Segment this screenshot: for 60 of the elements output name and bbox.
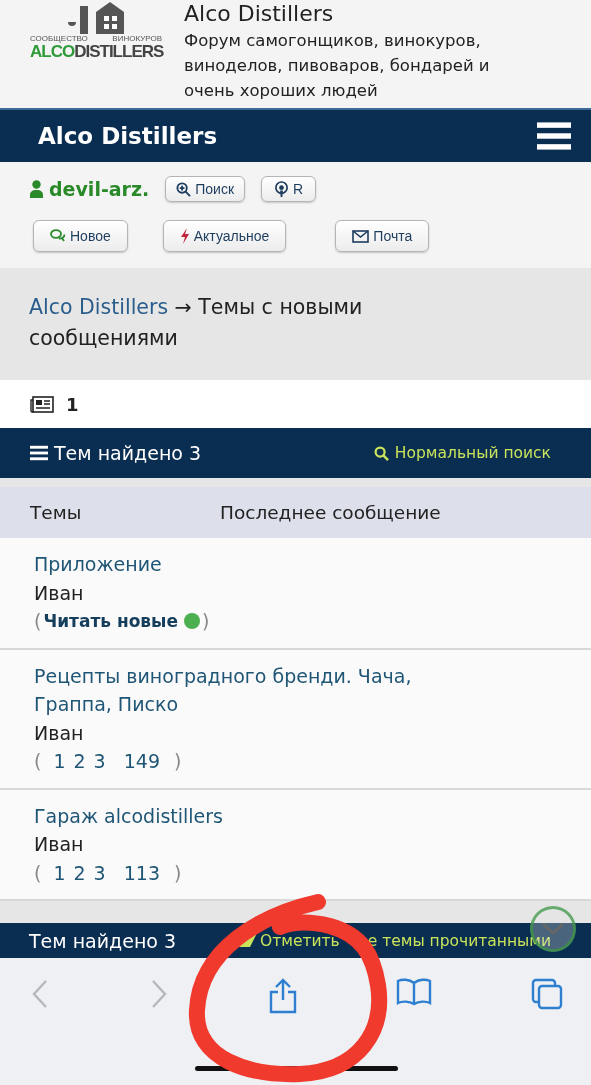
column-header: Последнее сообщение (220, 502, 442, 523)
author-name: Иван (34, 720, 85, 746)
nav-button[interactable]: Новое (33, 220, 128, 252)
page-link[interactable]: 149 (123, 747, 160, 776)
eraser-icon (238, 934, 256, 947)
chevron-down-icon (541, 922, 565, 936)
page-number: 1 (66, 393, 79, 415)
share-button[interactable] (267, 978, 298, 1014)
newspaper-icon (30, 395, 54, 413)
bracket: ( (34, 609, 42, 634)
bracket: ( (34, 860, 42, 886)
chevron-left-icon (30, 978, 50, 1010)
zoom-in-icon (176, 181, 192, 197)
bracket: ) (173, 749, 182, 774)
results-count: Тем найдено 3 (29, 929, 178, 952)
tabs-button[interactable] (531, 978, 563, 1010)
lightning-icon (179, 228, 190, 244)
breadcrumb: Alco Distillers → Темы с новыми сообщениями (28, 294, 364, 352)
page-link[interactable]: 2 (73, 747, 86, 776)
results-count: Тем найдено 3 (54, 442, 202, 464)
mail-icon (352, 229, 370, 243)
logo: СООБЩЕСТВО ВИНОКУРОВ ALCODISTILLERS (30, 0, 162, 108)
username-link[interactable]: devil-arz. (49, 178, 150, 200)
tabs-icon (531, 978, 563, 1010)
page-link[interactable]: 2 (73, 858, 86, 887)
topic-link[interactable]: Приложение (34, 550, 474, 579)
topic-link[interactable]: Рецепты виноградного бренди. Чача, Граппа, Писко (34, 661, 474, 719)
page-link[interactable]: 1 (53, 747, 66, 776)
bracket: ( (34, 749, 42, 774)
mark-read-link[interactable]: Отметить (260, 931, 340, 950)
bracket: ) (202, 609, 210, 634)
read-new-link[interactable]: Читать новые (43, 607, 178, 636)
search-link[interactable]: Нормальный поиск (373, 444, 551, 462)
list-icon (30, 445, 48, 461)
author-name: Иван (34, 580, 85, 606)
book-icon (396, 978, 433, 1006)
nav-title: Alco Distillers (38, 123, 218, 149)
bookmarks-button[interactable] (396, 978, 433, 1006)
feed-button[interactable]: R (261, 176, 317, 202)
nav-button[interactable]: Актуальное (162, 220, 287, 252)
topic-link[interactable]: Гараж alcodistillers (34, 801, 474, 830)
page-link[interactable]: 3 (93, 858, 106, 887)
search-icon (373, 445, 389, 461)
menu-icon (537, 122, 571, 150)
share-icon (267, 978, 298, 1014)
page-link[interactable]: 113 (123, 858, 160, 887)
breadcrumb-link[interactable]: Alco Distillers (29, 295, 169, 319)
user-icon (30, 180, 43, 198)
menu-button[interactable] (537, 122, 571, 150)
page-link[interactable]: 3 (93, 747, 106, 776)
search-button[interactable]: Поиск (165, 176, 246, 202)
bracket: ) (173, 860, 182, 886)
chat-icon (50, 229, 66, 243)
site-title: Alco Distillers (184, 0, 335, 28)
tagline: Форум самогонщиков, винокуров, виноделов, пивоваров, бондарей и очень хороших людей (184, 30, 491, 102)
page-link[interactable]: 1 (53, 858, 66, 887)
podcast-icon (274, 180, 290, 198)
column-header: Темы (30, 502, 83, 523)
nav-button[interactable]: Почта (335, 220, 430, 252)
author-name: Иван (34, 832, 85, 857)
